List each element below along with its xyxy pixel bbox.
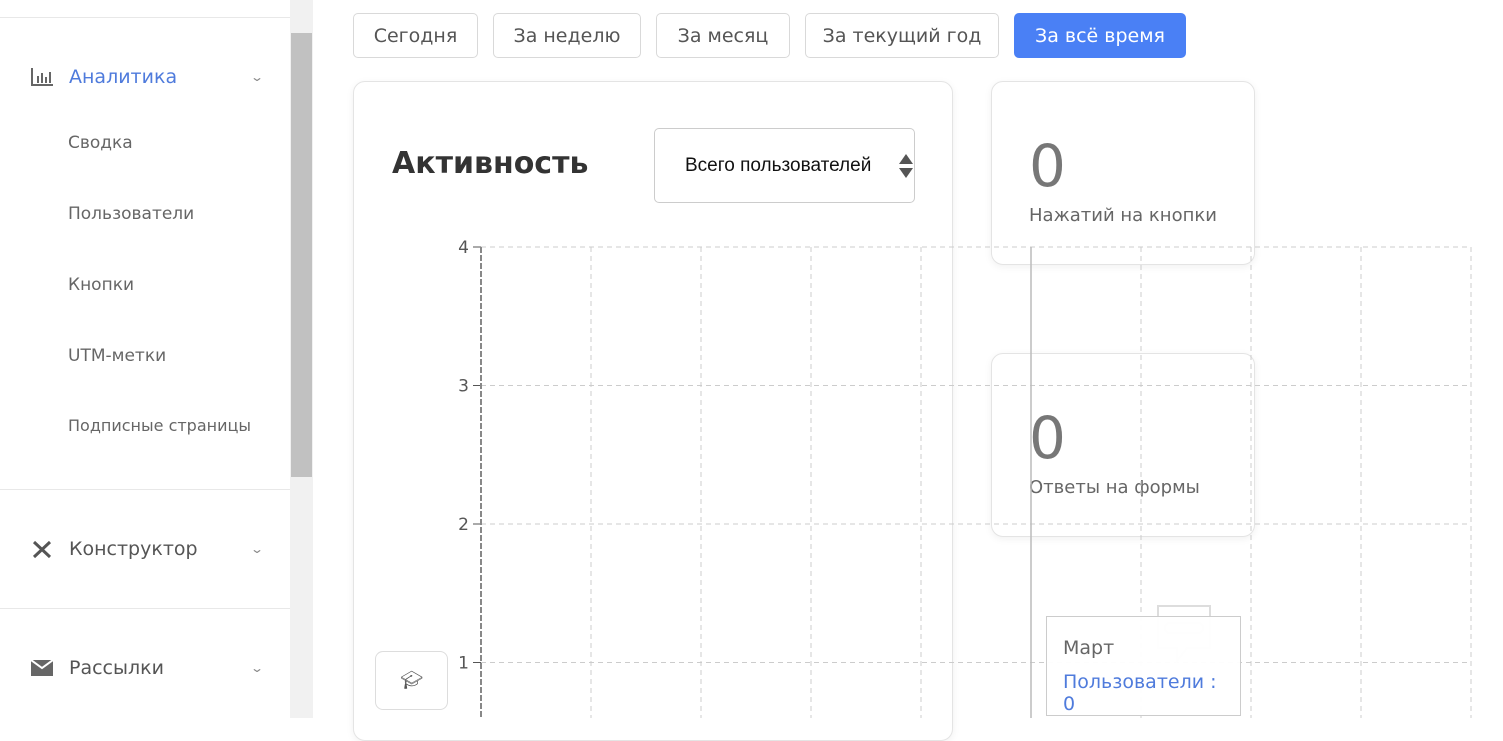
tools-icon <box>30 539 54 559</box>
graduation-cap-icon: 🎓︎ <box>400 670 423 691</box>
nav-mailings[interactable]: Рассылки ⌄ <box>30 657 265 679</box>
divider <box>0 608 290 609</box>
metric-select[interactable]: Всего пользователей <box>654 128 915 203</box>
tooltip-value: Пользователи : 0 <box>1063 671 1217 715</box>
metric-select-value: Всего пользователей <box>685 154 872 176</box>
period-month-button[interactable]: За месяц <box>656 13 790 58</box>
nav-label: Аналитика <box>69 66 178 88</box>
chevron-down-icon: ⌄ <box>249 661 265 675</box>
nav-label: Рассылки <box>69 657 164 679</box>
sidebar-item-summary[interactable]: Сводка <box>68 133 133 153</box>
activity-title: Активность <box>392 146 589 181</box>
divider <box>0 17 290 18</box>
divider <box>0 489 290 490</box>
sidebar-item-utm[interactable]: UTM-метки <box>68 346 166 366</box>
bar-chart-icon <box>30 67 54 87</box>
sidebar-item-buttons[interactable]: Кнопки <box>68 275 134 295</box>
chevron-down-icon: ⌄ <box>249 542 265 556</box>
chevron-down-icon: ⌄ <box>249 70 265 84</box>
period-year-button[interactable]: За текущий год <box>805 13 999 58</box>
stat-card-button-clicks: 0 Нажатий на кнопки <box>991 81 1255 265</box>
activity-card: Активность Всего пользователей <box>353 81 953 741</box>
chart-tooltip: Март Пользователи : 0 <box>1046 616 1241 716</box>
stat-label: Ответы на формы <box>1029 477 1200 498</box>
nav-constructor[interactable]: Конструктор ⌄ <box>30 538 265 560</box>
stat-label: Нажатий на кнопки <box>1029 205 1217 226</box>
sidebar: Аналитика ⌄ Сводка Пользователи Кнопки U… <box>0 0 290 718</box>
tooltip-month: Март <box>1063 637 1115 659</box>
period-week-button[interactable]: За неделю <box>493 13 641 58</box>
sidebar-item-subscribe-pages[interactable]: Подписные страницы <box>68 416 251 435</box>
sidebar-item-users[interactable]: Пользователи <box>68 204 194 224</box>
stat-value: 0 <box>1029 132 1066 200</box>
nav-analytics[interactable]: Аналитика ⌄ <box>30 66 265 88</box>
nav-label: Конструктор <box>69 538 198 560</box>
graduation-cap-button[interactable]: 🎓︎ <box>375 651 448 710</box>
period-today-button[interactable]: Сегодня <box>353 13 478 58</box>
scrollbar-thumb[interactable] <box>291 33 312 477</box>
period-all-time-button[interactable]: За всё время <box>1014 13 1186 58</box>
stat-card-form-answers: 0 Ответы на формы <box>991 353 1255 537</box>
stat-value: 0 <box>1029 404 1066 472</box>
envelope-icon <box>30 658 54 678</box>
